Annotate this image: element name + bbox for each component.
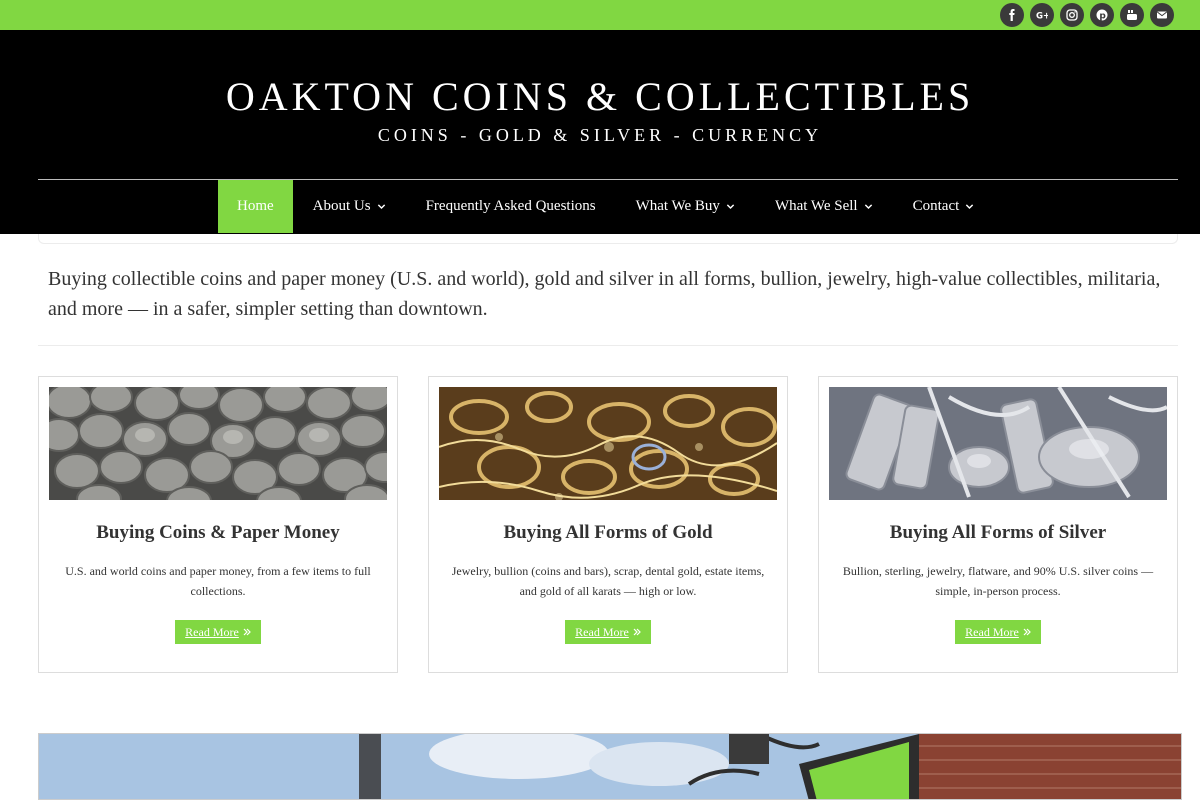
top-bar: G+ p bbox=[0, 0, 1200, 30]
instagram-icon[interactable] bbox=[1060, 3, 1084, 27]
nav-item-contact[interactable]: Contact bbox=[893, 180, 995, 233]
nav-item-about-us[interactable]: About Us bbox=[293, 180, 406, 233]
card-text: U.S. and world coins and paper money, fr… bbox=[65, 564, 371, 598]
double-chevron-right-icon bbox=[633, 628, 641, 636]
intro-text: Buying collectible coins and paper money… bbox=[48, 268, 1161, 320]
youtube-icon[interactable] bbox=[1120, 3, 1144, 27]
chevron-down-icon bbox=[726, 204, 735, 210]
pinterest-icon[interactable]: p bbox=[1090, 3, 1114, 27]
read-more-label: Read More bbox=[575, 624, 629, 639]
site-title[interactable]: OAKTON COINS & COLLECTIBLES bbox=[0, 72, 1200, 122]
svg-text:p: p bbox=[1099, 11, 1106, 21]
chevron-down-icon bbox=[864, 204, 872, 210]
facebook-icon[interactable] bbox=[1000, 3, 1024, 27]
card-text: Jewelry, bullion (coins and bars), scrap… bbox=[451, 564, 765, 598]
double-chevron-right-icon bbox=[1023, 628, 1031, 636]
nav-shadow bbox=[38, 234, 1178, 244]
silver-image bbox=[829, 387, 1167, 500]
read-more-label: Read More bbox=[185, 624, 239, 639]
storefront-photo bbox=[38, 733, 1182, 800]
card-title[interactable]: Buying All Forms of Silver bbox=[819, 522, 1177, 544]
intro-divider bbox=[38, 345, 1178, 346]
envelope-icon[interactable] bbox=[1150, 3, 1174, 27]
nav-item-what-we-sell[interactable]: What We Sell bbox=[755, 180, 893, 233]
read-more-button[interactable]: Read More bbox=[175, 620, 261, 644]
service-card-gold: Buying All Forms of Gold Jewelry, bullio… bbox=[428, 376, 788, 673]
nav-item-label: Home bbox=[237, 198, 274, 214]
main-nav: Home About Us Frequently Asked Questions… bbox=[218, 180, 994, 233]
service-card-silver: Buying All Forms of Silver Bullion, ster… bbox=[818, 376, 1178, 673]
card-title[interactable]: Buying All Forms of Gold bbox=[429, 522, 787, 544]
site-header: OAKTON COINS & COLLECTIBLES COINS - GOLD… bbox=[0, 30, 1200, 234]
nav-item-what-we-buy[interactable]: What We Buy bbox=[616, 180, 755, 233]
coins-image bbox=[49, 387, 387, 500]
nav-item-label: About Us bbox=[312, 198, 371, 214]
read-more-label: Read More bbox=[965, 624, 1019, 639]
read-more-button[interactable]: Read More bbox=[955, 620, 1041, 644]
nav-item-label: Frequently Asked Questions bbox=[425, 198, 596, 214]
nav-item-faq[interactable]: Frequently Asked Questions bbox=[406, 180, 616, 233]
site-tagline: COINS - GOLD & SILVER - CURRENCY bbox=[377, 125, 823, 145]
chevron-down-icon bbox=[377, 204, 385, 210]
gold-jewelry-image bbox=[439, 387, 777, 500]
svg-text:G+: G+ bbox=[1036, 11, 1048, 21]
nav-item-label: What We Sell bbox=[774, 198, 858, 214]
google-plus-icon[interactable]: G+ bbox=[1030, 3, 1054, 27]
nav-item-label: Contact bbox=[912, 198, 960, 214]
card-title[interactable]: Buying Coins & Paper Money bbox=[39, 522, 397, 544]
read-more-button[interactable]: Read More bbox=[565, 620, 651, 644]
social-links: G+ p bbox=[1000, 3, 1174, 27]
chevron-down-icon bbox=[966, 204, 974, 210]
service-card-coins: Buying Coins & Paper Money U.S. and worl… bbox=[38, 376, 398, 673]
double-chevron-right-icon bbox=[243, 628, 251, 636]
nav-item-home[interactable]: Home bbox=[218, 180, 293, 233]
card-text: Bullion, sterling, jewelry, flatware, an… bbox=[842, 564, 1154, 598]
nav-item-label: What We Buy bbox=[635, 198, 720, 214]
